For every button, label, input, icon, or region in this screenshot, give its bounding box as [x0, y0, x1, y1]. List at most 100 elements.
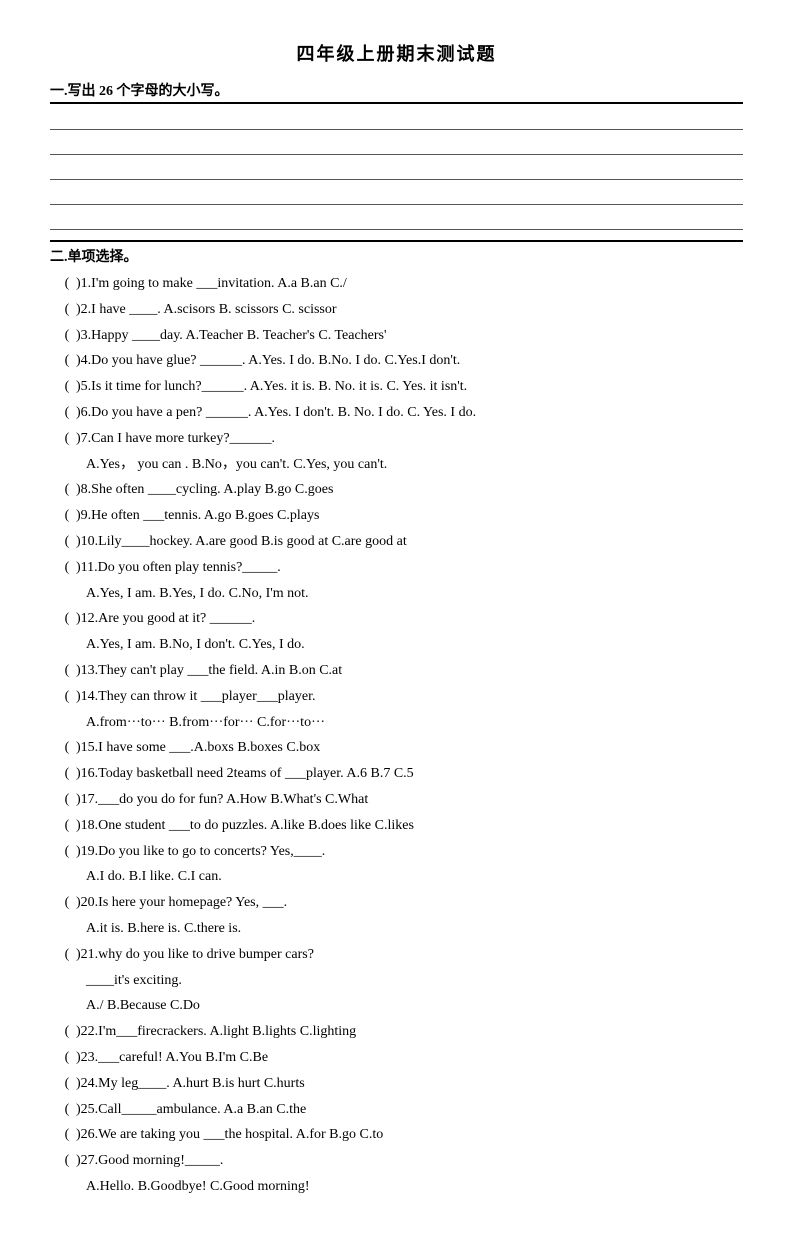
section1-header: 一.写出 26 个字母的大小写。 [50, 80, 743, 104]
question-text: )2.I have ____. A.scisors B. scissors C.… [76, 302, 337, 317]
question-item: ()11.Do you often play tennis?_____. [50, 556, 743, 580]
question-item: ()23.___careful! A.You B.I'm C.Be [50, 1046, 743, 1070]
question-item: ()14.They can throw it ___player___playe… [50, 685, 743, 709]
question-text: )16.Today basketball need 2teams of ___p… [76, 766, 414, 781]
write-line-1 [50, 108, 743, 130]
question-item: A.from···to··· B.from···for··· C.for···t… [50, 711, 743, 735]
question-paren: ( [58, 736, 76, 760]
question-paren: ( [58, 685, 76, 709]
question-paren: ( [58, 556, 76, 580]
write-line-5 [50, 208, 743, 230]
question-paren: ( [58, 298, 76, 322]
question-item: ____it's exciting. [50, 969, 743, 993]
question-text: )19.Do you like to go to concerts? Yes,_… [76, 844, 325, 859]
question-item: ()8.She often ____cycling. A.play B.go C… [50, 478, 743, 502]
question-text: )17.___do you do for fun? A.How B.What's… [76, 792, 368, 807]
question-paren: ( [58, 375, 76, 399]
question-paren: ( [58, 1149, 76, 1173]
writing-lines [50, 108, 743, 230]
question-item: ()19.Do you like to go to concerts? Yes,… [50, 840, 743, 864]
question-item: ()13.They can't play ___the field. A.in … [50, 659, 743, 683]
write-line-2 [50, 133, 743, 155]
question-text: )8.She often ____cycling. A.play B.go C.… [76, 482, 333, 497]
question-paren: ( [58, 324, 76, 348]
question-paren: ( [58, 943, 76, 967]
question-paren: ( [58, 891, 76, 915]
question-paren: ( [58, 788, 76, 812]
question-text: )7.Can I have more turkey?______. [76, 431, 275, 446]
question-text: )27.Good morning!_____. [76, 1153, 223, 1168]
question-item: ()27.Good morning!_____. [50, 1149, 743, 1173]
write-line-3 [50, 158, 743, 180]
question-paren: ( [58, 1046, 76, 1070]
question-item: ()12.Are you good at it? ______. [50, 607, 743, 631]
question-item: ()4.Do you have glue? ______. A.Yes. I d… [50, 349, 743, 373]
question-paren: ( [58, 272, 76, 296]
question-text: )22.I'm___firecrackers. A.light B.lights… [76, 1024, 356, 1039]
question-text: )21.why do you like to drive bumper cars… [76, 947, 314, 962]
question-paren: ( [58, 1098, 76, 1122]
question-item: A.Hello. B.Goodbye! C.Good morning! [50, 1175, 743, 1199]
question-item: A.Yes， you can . B.No，you can't. C.Yes, … [50, 453, 743, 477]
question-paren: ( [58, 1072, 76, 1096]
question-item: ()17.___do you do for fun? A.How B.What'… [50, 788, 743, 812]
question-text: )9.He often ___tennis. A.go B.goes C.pla… [76, 508, 319, 523]
section2-header: 二.单项选择。 [50, 240, 743, 266]
page-title: 四年级上册期末测试题 [50, 40, 743, 66]
question-item: ()24.My leg____. A.hurt B.is hurt C.hurt… [50, 1072, 743, 1096]
question-item: ()16.Today basketball need 2teams of ___… [50, 762, 743, 786]
question-item: ()2.I have ____. A.scisors B. scissors C… [50, 298, 743, 322]
write-line-4 [50, 183, 743, 205]
question-item: A.Yes, I am. B.No, I don't. C.Yes, I do. [50, 633, 743, 657]
question-item: ()3.Happy ____day. A.Teacher B. Teacher'… [50, 324, 743, 348]
question-item: A.I do. B.I like. C.I can. [50, 865, 743, 889]
question-item: ()26.We are taking you ___the hospital. … [50, 1123, 743, 1147]
question-item: ()9.He often ___tennis. A.go B.goes C.pl… [50, 504, 743, 528]
question-text: )24.My leg____. A.hurt B.is hurt C.hurts [76, 1076, 305, 1091]
question-paren: ( [58, 814, 76, 838]
question-text: )12.Are you good at it? ______. [76, 611, 255, 626]
question-paren: ( [58, 530, 76, 554]
question-text: )26.We are taking you ___the hospital. A… [76, 1127, 383, 1142]
question-paren: ( [58, 349, 76, 373]
question-text: )15.I have some ___.A.boxs B.boxes C.box [76, 740, 320, 755]
question-item: A.it is. B.here is. C.there is. [50, 917, 743, 941]
question-text: )4.Do you have glue? ______. A.Yes. I do… [76, 353, 460, 368]
question-item: ()7.Can I have more turkey?______. [50, 427, 743, 451]
question-paren: ( [58, 762, 76, 786]
question-text: )18.One student ___to do puzzles. A.like… [76, 818, 414, 833]
question-item: ()1.I'm going to make ___invitation. A.a… [50, 272, 743, 296]
question-item: A.Yes, I am. B.Yes, I do. C.No, I'm not. [50, 582, 743, 606]
question-item: ()5.Is it time for lunch?______. A.Yes. … [50, 375, 743, 399]
question-text: )25.Call_____ambulance. A.a B.an C.the [76, 1102, 306, 1117]
question-paren: ( [58, 659, 76, 683]
question-text: )14.They can throw it ___player___player… [76, 689, 315, 704]
question-paren: ( [58, 607, 76, 631]
question-item: ()21.why do you like to drive bumper car… [50, 943, 743, 967]
question-paren: ( [58, 401, 76, 425]
question-text: )5.Is it time for lunch?______. A.Yes. i… [76, 379, 467, 394]
questions-list: ()1.I'm going to make ___invitation. A.a… [50, 272, 743, 1199]
question-paren: ( [58, 840, 76, 864]
question-text: )1.I'm going to make ___invitation. A.a … [76, 276, 347, 291]
question-text: )10.Lily____hockey. A.are good B.is good… [76, 534, 407, 549]
question-text: )13.They can't play ___the field. A.in B… [76, 663, 342, 678]
question-item: ()6.Do you have a pen? ______. A.Yes. I … [50, 401, 743, 425]
question-paren: ( [58, 504, 76, 528]
question-item: A./ B.Because C.Do [50, 994, 743, 1018]
question-paren: ( [58, 478, 76, 502]
question-item: ()18.One student ___to do puzzles. A.lik… [50, 814, 743, 838]
question-text: )23.___careful! A.You B.I'm C.Be [76, 1050, 268, 1065]
question-text: )3.Happy ____day. A.Teacher B. Teacher's… [76, 328, 387, 343]
question-text: )11.Do you often play tennis?_____. [76, 560, 281, 575]
question-item: ()22.I'm___firecrackers. A.light B.light… [50, 1020, 743, 1044]
question-paren: ( [58, 1020, 76, 1044]
question-item: ()15.I have some ___.A.boxs B.boxes C.bo… [50, 736, 743, 760]
question-item: ()10.Lily____hockey. A.are good B.is goo… [50, 530, 743, 554]
question-paren: ( [58, 427, 76, 451]
question-item: ()25.Call_____ambulance. A.a B.an C.the [50, 1098, 743, 1122]
question-text: )6.Do you have a pen? ______. A.Yes. I d… [76, 405, 476, 420]
question-text: )20.Is here your homepage? Yes, ___. [76, 895, 287, 910]
question-item: ()20.Is here your homepage? Yes, ___. [50, 891, 743, 915]
question-paren: ( [58, 1123, 76, 1147]
